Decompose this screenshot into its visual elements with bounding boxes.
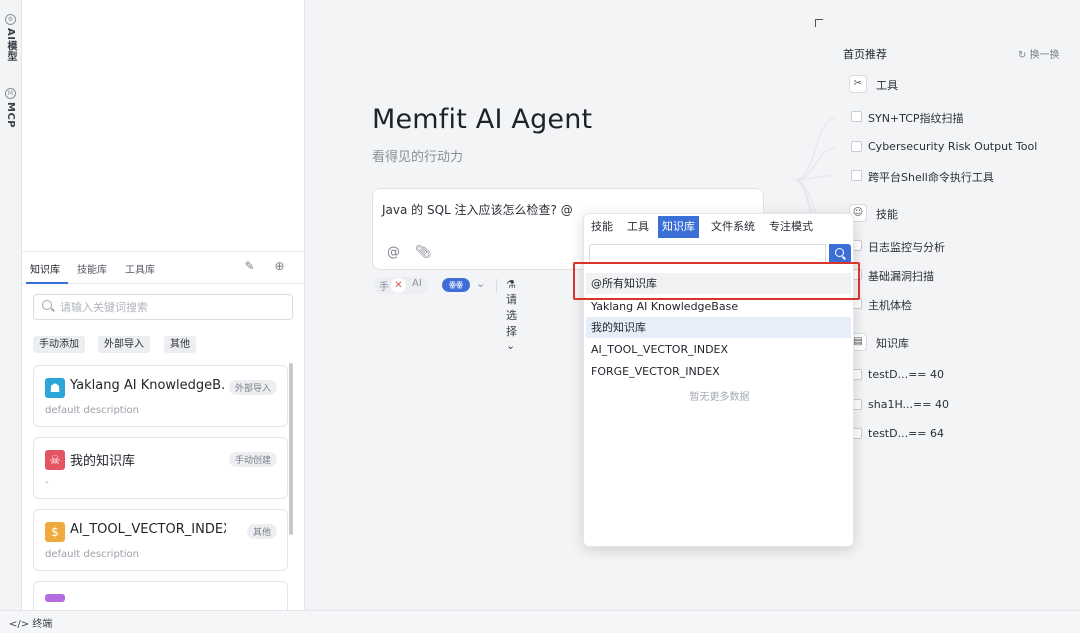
kb-card[interactable]: $ AI_TOOL_VECTOR_INDEX 其他 default descri… (33, 509, 288, 571)
popup-item[interactable]: 我的知识库 (586, 317, 851, 338)
highlight-box (573, 262, 860, 300)
filter-manual[interactable]: 手动添加 (33, 336, 85, 353)
kb-card-title: Yaklang AI KnowledgeB... (70, 378, 226, 393)
rec-item[interactable]: sha1H...== 40 (868, 398, 949, 411)
rec-group-knowledge: 知识库 (876, 337, 909, 350)
gear-icon: ⚙ (5, 14, 16, 25)
rec-item[interactable]: testD...== 64 (868, 427, 944, 440)
terminal-label: 终端 (32, 619, 53, 630)
search-icon[interactable] (829, 244, 851, 264)
page-subtitle: 看得见的行动力 (372, 150, 464, 165)
popup-tab-skills[interactable]: 技能 (587, 216, 617, 238)
rec-group-tools: 工具 (876, 79, 898, 92)
edit-icon[interactable]: ✎ (243, 260, 256, 273)
expand-icon[interactable] (815, 19, 823, 27)
kb-card[interactable]: ☗ Yaklang AI KnowledgeB... 外部导入 default … (33, 365, 288, 427)
rec-checkbox[interactable] (851, 141, 862, 152)
search-icon (42, 300, 52, 310)
code-icon: </> (9, 619, 33, 630)
mode-toggle[interactable]: 手 ✕ AI (374, 277, 428, 294)
kb-card-title: 我的知识库 (70, 454, 136, 469)
kb-avatar-icon: ☠ (45, 450, 65, 470)
kb-card-desc: - (45, 477, 49, 488)
kb-avatar-icon: ☗ (45, 378, 65, 398)
refresh-button[interactable]: ↻ 换一换 (1018, 46, 1060, 61)
no-auto-icon[interactable]: ✕ (391, 278, 406, 293)
popup-search-input[interactable] (589, 244, 826, 263)
panel-scrollbar[interactable] (289, 363, 293, 535)
rec-checkbox[interactable] (851, 170, 862, 181)
rec-item[interactable]: 跨平台Shell命令执行工具 (868, 169, 994, 185)
panel-tabs: 知识库 技能库 工具库 ✎ ⊕ (22, 251, 304, 284)
popup-tab-tools[interactable]: 工具 (623, 216, 653, 238)
popup-item[interactable]: FORGE_VECTOR_INDEX (586, 361, 851, 382)
popup-empty-text: 暂无更多数据 (689, 392, 750, 403)
rail-label-ai-model: AI模型 (5, 28, 16, 62)
ai-toggle-label[interactable]: AI (412, 278, 422, 289)
popup-item[interactable]: AI_TOOL_VECTOR_INDEX (586, 339, 851, 360)
toolbar-divider (496, 279, 497, 292)
tab-tools[interactable]: 工具库 (125, 261, 155, 276)
rec-checkbox[interactable] (851, 111, 862, 122)
rec-item[interactable]: SYN+TCP指纹扫描 (868, 110, 964, 126)
terminal-button[interactable]: </> 终端 (9, 615, 52, 630)
knowledge-search (33, 294, 293, 320)
kb-card-badge: 其他 (246, 524, 277, 539)
kb-card-desc: default description (45, 405, 139, 416)
chat-input-text[interactable]: Java 的 SQL 注入应该怎么检查? @ (382, 201, 573, 218)
kb-card-partial[interactable] (33, 581, 288, 611)
mention-icon[interactable]: @ (387, 245, 400, 260)
kb-card-title: AI_TOOL_VECTOR_INDEX (70, 522, 226, 537)
hand-icon[interactable]: 手 (379, 278, 389, 293)
model-select[interactable]: ⚗ 请选择 ⌄ (506, 278, 517, 352)
attach-icon[interactable]: 📎︎ (415, 245, 432, 260)
active-tab-indicator (26, 282, 68, 284)
rail-label-mcp: MCP (5, 102, 16, 129)
chevron-down-icon[interactable]: ⌄ (476, 277, 485, 290)
rec-item[interactable]: 日志监控与分析 (868, 239, 945, 255)
kb-card-badge: 手动创建 (228, 452, 277, 467)
model-select-label: 请选择 (506, 293, 517, 338)
refresh-icon: ↻ (1018, 50, 1030, 61)
rec-group-skills: 技能 (876, 208, 898, 221)
popup-tab-focus[interactable]: 专注模式 (765, 216, 817, 238)
kb-avatar-icon (45, 594, 65, 602)
model-pill[interactable]: ꙮꙮ (442, 278, 470, 292)
kb-avatar-icon: $ (45, 522, 65, 542)
tab-knowledge[interactable]: 知识库 (30, 261, 60, 276)
popup-tab-filesystem[interactable]: 文件系统 (707, 216, 759, 238)
recommend-title: 首页推荐 (843, 48, 887, 61)
kb-card-badge: 外部导入 (228, 380, 277, 395)
tab-skills[interactable]: 技能库 (77, 261, 107, 276)
kb-card-desc: default description (45, 549, 139, 560)
popup-tab-knowledge[interactable]: 知识库 (658, 216, 699, 238)
page-title: Memfit AI Agent (372, 104, 593, 135)
kb-card[interactable]: ☠ 我的知识库 手动创建 - (33, 437, 288, 499)
rail-item-mcp[interactable]: M MCP (0, 88, 21, 128)
knowledge-search-input[interactable] (58, 298, 287, 316)
tools-icon: ✂ (849, 75, 867, 93)
rail-item-ai-model[interactable]: ⚙ AI模型 (0, 14, 21, 61)
refresh-label: 换一换 (1029, 50, 1060, 61)
rec-item[interactable]: 基础漏洞扫描 (868, 268, 934, 284)
filter-other[interactable]: 其他 (164, 336, 196, 353)
side-rail: ⚙ AI模型 M MCP (0, 0, 22, 610)
flask-icon: ⚗ (506, 278, 516, 291)
bottom-bar: </> 终端 (0, 610, 1080, 633)
rec-item[interactable]: 主机体检 (868, 297, 912, 313)
mcp-icon: M (5, 88, 16, 99)
knowledge-panel: 知识库 技能库 工具库 ✎ ⊕ 手动添加 外部导入 其他 ☗ Yaklang A… (22, 0, 305, 611)
add-icon[interactable]: ⊕ (273, 260, 286, 273)
rec-item[interactable]: Cybersecurity Risk Output Tool (868, 140, 1037, 153)
rec-item[interactable]: testD...== 40 (868, 368, 944, 381)
filter-external[interactable]: 外部导入 (98, 336, 150, 353)
